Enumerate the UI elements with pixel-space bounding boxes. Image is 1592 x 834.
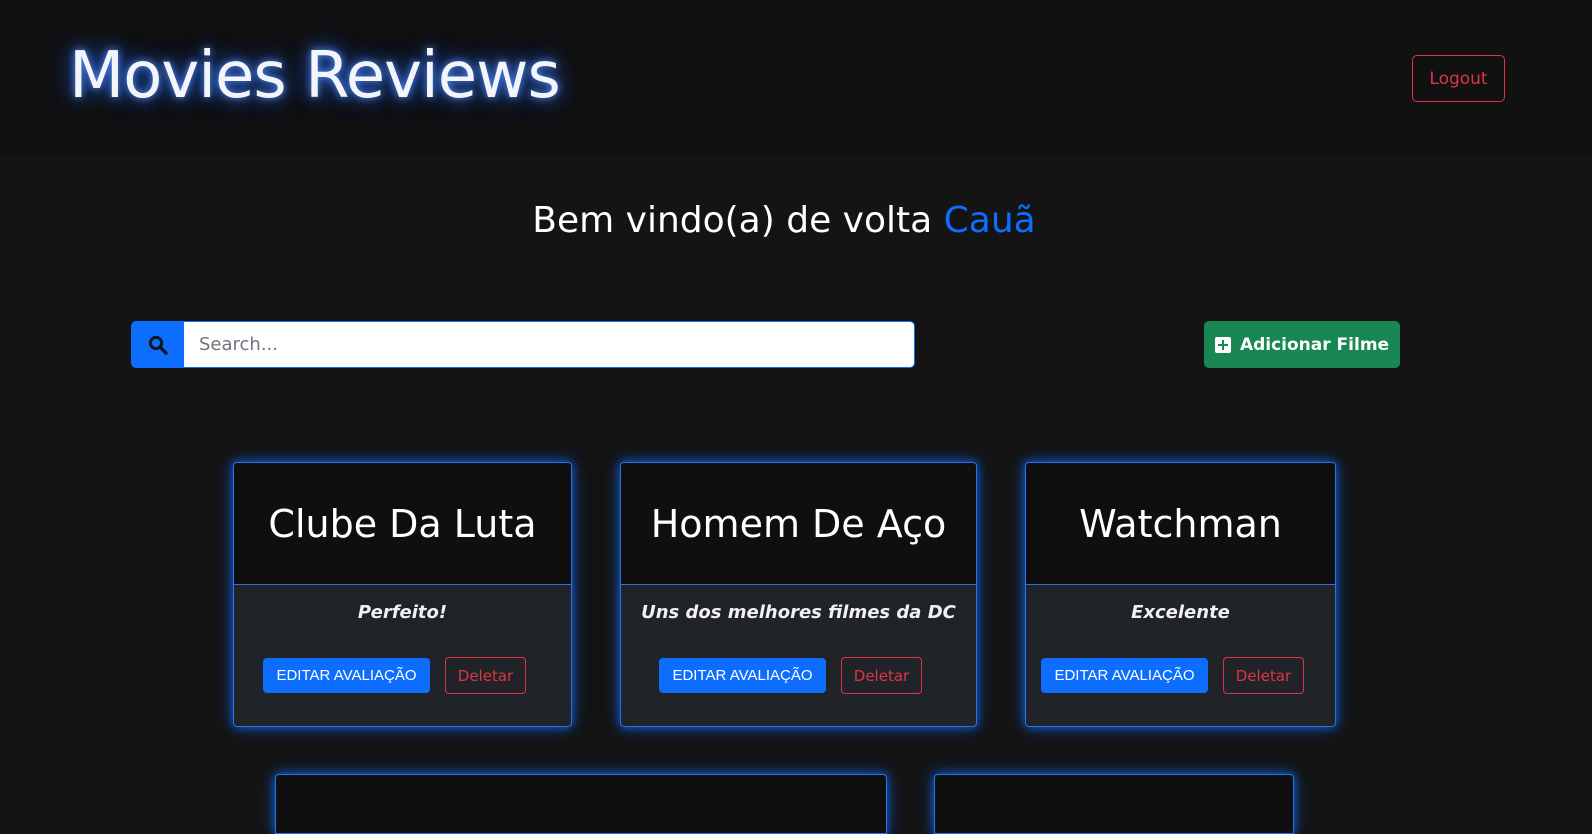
movie-card: Homem De Aço Uns dos melhores filmes da …	[620, 462, 977, 727]
movie-review: Perfeito!	[357, 602, 448, 623]
delete-button[interactable]: Deletar	[1223, 657, 1304, 694]
movie-title: Watchman	[1079, 501, 1282, 546]
movie-title: Clube Da Luta	[268, 501, 537, 546]
edit-review-button[interactable]: EDITAR AVALIAÇÃO	[659, 658, 826, 693]
movie-card-header: Homem De Aço	[621, 463, 976, 585]
movie-card: Watchman Excelente EDITAR AVALIAÇÃO Dele…	[1025, 462, 1336, 727]
movie-card-partial	[934, 774, 1294, 834]
movie-card-partial	[275, 774, 887, 834]
edit-review-button[interactable]: EDITAR AVALIAÇÃO	[1041, 658, 1208, 693]
search-group	[131, 321, 915, 368]
welcome-text: Bem vindo(a) de volta	[532, 200, 933, 241]
delete-button[interactable]: Deletar	[445, 657, 526, 694]
app-title: Movies Reviews	[69, 39, 561, 113]
edit-review-button[interactable]: EDITAR AVALIAÇÃO	[263, 658, 430, 693]
plus-square-icon	[1214, 336, 1231, 353]
user-name: Cauã	[943, 200, 1036, 241]
add-movie-button[interactable]: Adicionar Filme	[1204, 321, 1400, 368]
logout-button[interactable]: Logout	[1412, 55, 1505, 102]
search-input[interactable]	[184, 321, 915, 368]
delete-button[interactable]: Deletar	[841, 657, 922, 694]
add-movie-label: Adicionar Filme	[1239, 334, 1390, 355]
movie-card-header: Watchman	[1026, 463, 1335, 585]
top-navbar: Movies Reviews Logout	[0, 0, 1592, 156]
welcome-heading: Bem vindo(a) de volta Cauã	[0, 196, 1568, 246]
movie-title: Homem De Aço	[650, 501, 947, 546]
search-icon[interactable]	[131, 321, 184, 368]
movie-card: Clube Da Luta Perfeito! EDITAR AVALIAÇÃO…	[233, 462, 572, 727]
movie-review: Excelente	[1131, 602, 1230, 623]
movie-card-header: Clube Da Luta	[234, 463, 571, 585]
movie-review: Uns dos melhores filmes da DC	[641, 602, 956, 623]
